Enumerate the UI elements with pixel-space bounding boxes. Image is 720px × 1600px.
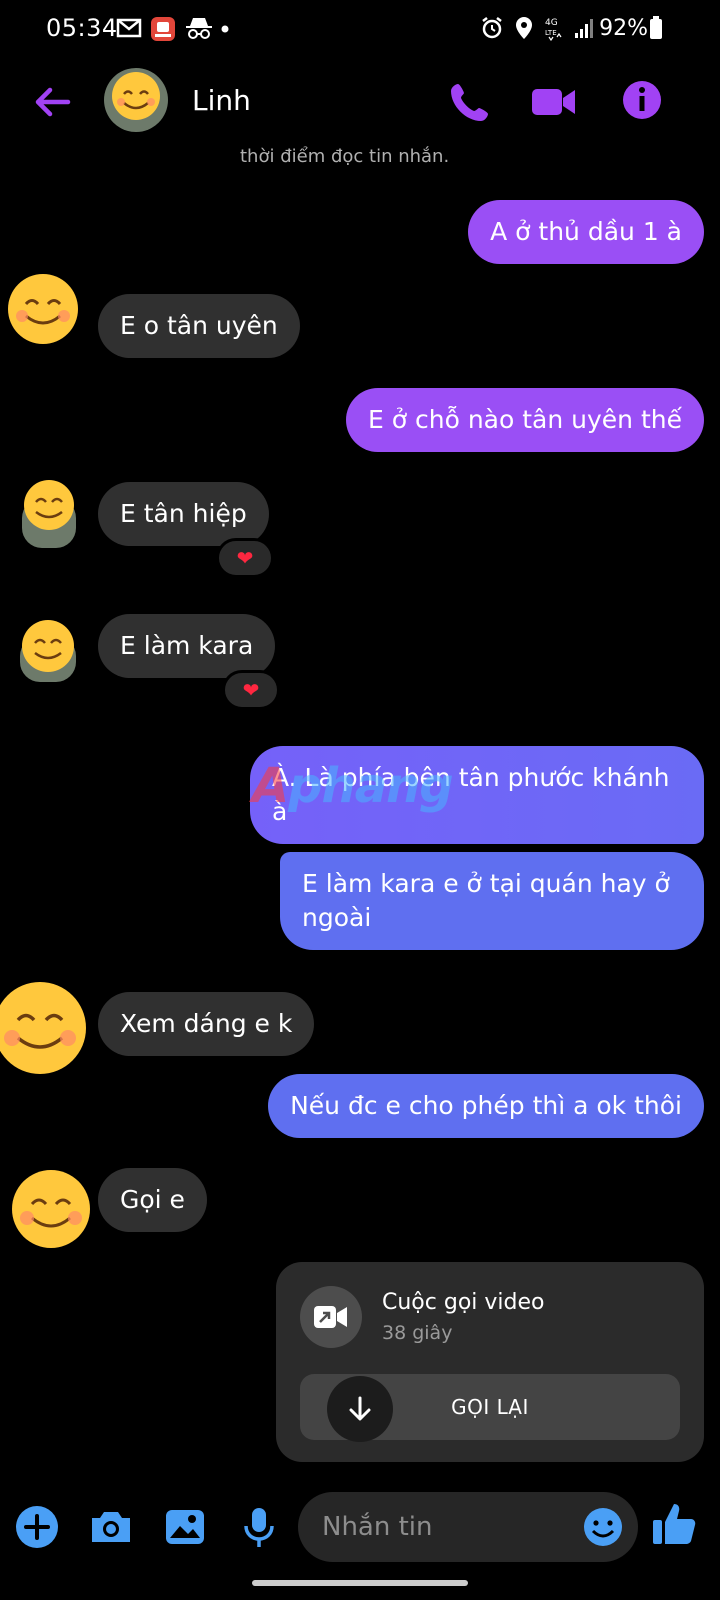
camera-button[interactable] xyxy=(88,1504,136,1552)
signal-icon xyxy=(574,16,596,44)
smiley-icon xyxy=(0,982,86,1074)
emoji-icon xyxy=(584,1508,622,1546)
contact-avatar[interactable] xyxy=(104,68,168,132)
alarm-icon xyxy=(480,16,504,44)
microphone-icon xyxy=(244,1508,274,1547)
heart-reaction[interactable]: ❤ xyxy=(222,670,280,710)
read-receipt-hint: thời điểm đọc tin nhắn. xyxy=(240,146,450,167)
contact-emoji-avatar[interactable] xyxy=(10,1168,92,1250)
voice-call-button[interactable] xyxy=(446,78,494,126)
call-title: Cuộc gọi video xyxy=(382,1290,545,1315)
back-button[interactable] xyxy=(30,80,74,124)
smiley-icon xyxy=(22,480,76,548)
message-incoming[interactable]: E làm kara xyxy=(98,614,276,678)
message-incoming[interactable]: Xem dáng e k xyxy=(98,992,315,1056)
call-duration: 38 giây xyxy=(382,1322,453,1344)
smiley-icon xyxy=(20,620,76,682)
app-icon xyxy=(150,16,176,41)
call-back-label: GỌI LẠI xyxy=(451,1395,529,1419)
message-outgoing[interactable]: A ở thủ dầu 1 à xyxy=(468,200,704,264)
smiley-icon xyxy=(8,274,78,344)
message-composer xyxy=(0,1490,720,1566)
svg-text:4G: 4G xyxy=(545,18,558,28)
incognito-icon xyxy=(184,16,212,40)
message-incoming[interactable]: Gọi e xyxy=(98,1168,207,1232)
add-button[interactable] xyxy=(14,1504,62,1552)
contact-name[interactable]: Linh xyxy=(192,84,251,117)
message-incoming[interactable]: E tân hiệp xyxy=(98,482,269,546)
chat-header: Linh xyxy=(0,60,720,144)
svg-text:LTE: LTE xyxy=(545,29,557,37)
battery-percent: 92% xyxy=(599,16,648,41)
video-call-button[interactable] xyxy=(530,78,578,126)
location-icon xyxy=(514,16,534,44)
phone-icon xyxy=(451,84,488,121)
plus-circle-icon xyxy=(16,1506,58,1548)
message-incoming[interactable]: E o tân uyên xyxy=(98,294,300,358)
4g-lte-icon: 4G LTE xyxy=(544,15,564,45)
contact-emoji-avatar[interactable] xyxy=(6,272,80,346)
dot-icon xyxy=(218,16,244,40)
smiley-avatar-icon xyxy=(104,68,168,132)
status-icons-right: 4G LTE xyxy=(480,15,596,45)
thumbs-up-icon xyxy=(653,1504,696,1544)
missed-video-call-icon xyxy=(314,1306,347,1328)
scroll-to-bottom-button[interactable] xyxy=(327,1376,393,1442)
gallery-button[interactable] xyxy=(162,1504,210,1552)
status-time: 05:34 xyxy=(46,14,118,42)
smiley-icon xyxy=(12,1170,90,1248)
battery-icon xyxy=(650,16,662,39)
status-icons-left xyxy=(116,16,244,41)
status-bar: 05:34 4G LTE 92% xyxy=(0,0,720,60)
contact-emoji-avatar[interactable] xyxy=(0,980,88,1076)
contact-emoji-avatar[interactable] xyxy=(22,478,76,548)
message-outgoing[interactable]: Nếu đc e cho phép thì a ok thôi xyxy=(268,1074,704,1138)
home-indicator[interactable] xyxy=(252,1580,468,1586)
image-icon xyxy=(166,1510,204,1544)
like-button[interactable] xyxy=(650,1498,698,1546)
watermark-logo: Aphang xyxy=(252,758,454,814)
gmail-icon xyxy=(116,16,142,40)
message-outgoing[interactable]: E ở chỗ nào tân uyên thế xyxy=(346,388,704,452)
arrow-down-icon xyxy=(349,1396,371,1421)
emoji-button[interactable] xyxy=(582,1506,624,1548)
call-icon-badge xyxy=(300,1286,362,1348)
info-button[interactable] xyxy=(620,78,668,126)
video-camera-icon xyxy=(532,89,575,115)
message-outgoing[interactable]: E làm kara e ở tại quán hay ở ngoài xyxy=(280,852,704,950)
voice-message-button[interactable] xyxy=(236,1504,284,1552)
camera-icon xyxy=(92,1512,130,1542)
info-icon xyxy=(623,81,661,119)
heart-reaction[interactable]: ❤ xyxy=(216,538,274,578)
contact-emoji-avatar[interactable] xyxy=(20,618,76,682)
back-arrow-icon xyxy=(35,87,71,117)
